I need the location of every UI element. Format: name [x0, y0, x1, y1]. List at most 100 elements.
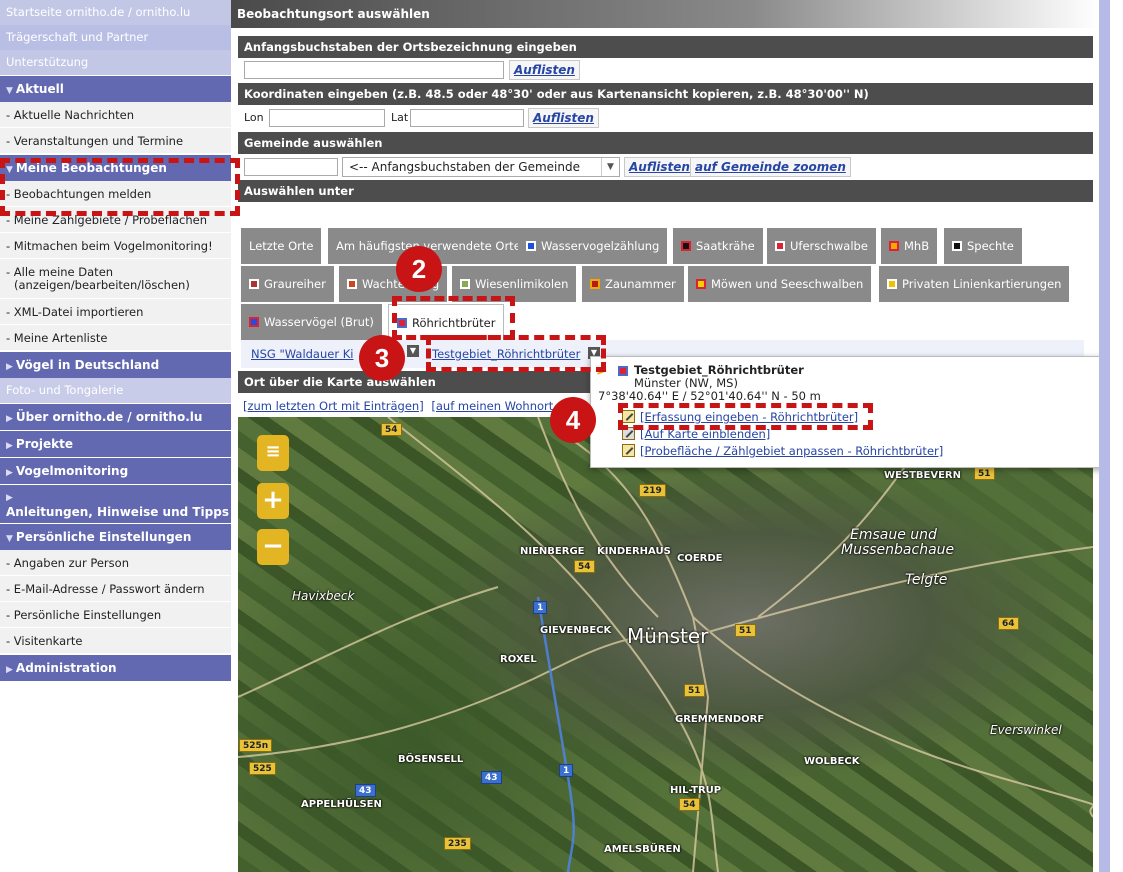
map-label: KINDERHAUS	[597, 546, 671, 557]
map-label: APPELHÜLSEN	[301, 799, 382, 810]
sidebar-section-voegel[interactable]: ▶ Vögel in Deutschland	[0, 352, 231, 378]
expanded-triangle-icon: ▼	[6, 534, 13, 544]
tab-zaunammer[interactable]: Zaunammer	[582, 266, 684, 302]
tab-label: Saatkrähe	[696, 239, 755, 253]
chevron-down-icon: ▼	[601, 158, 619, 176]
map-label: HIL-TRUP	[670, 785, 722, 796]
zoom-out-button[interactable]: −	[257, 529, 289, 565]
expanded-triangle-icon: ▼	[6, 86, 13, 96]
road-shield: 54	[574, 560, 595, 573]
section-header-gemeinde: Gemeinde auswählen	[238, 132, 1093, 154]
road-shield: 525	[249, 762, 276, 775]
sidebar-section-ueber[interactable]: ▶ Über ornitho.de / ornitho.lu	[0, 404, 231, 430]
section-header-ortsbezeichnung: Anfangsbuchstaben der Ortsbezeichnung ei…	[238, 36, 1093, 58]
road-shield: 51	[684, 684, 705, 697]
tab-wasservoegel-brut[interactable]: Wasservögel (Brut)	[241, 304, 382, 340]
sidebar-item-vogelmonitoring-mitmachen[interactable]: - Mitmachen beim Vogelmonitoring!	[0, 233, 231, 259]
map-label: Emsaue und	[850, 527, 937, 543]
auf-gemeinde-zoomen-button[interactable]: auf Gemeinde zoomen	[690, 157, 851, 177]
auflisten-button-gemeinde[interactable]: Auflisten	[624, 157, 695, 177]
tab-label: Spechte	[967, 239, 1014, 253]
tab-wasservogelzaehlung[interactable]: Wasservogelzählung	[518, 228, 668, 264]
tab-spechte[interactable]: Spechte	[944, 228, 1022, 264]
sidebar-section-label: Vögel in Deutschland	[15, 358, 160, 372]
road-shield: 1	[559, 764, 574, 777]
tab-graureiher[interactable]: Graureiher	[241, 266, 334, 302]
sidebar-link-foto[interactable]: Foto- und Tongalerie	[0, 378, 231, 403]
sidebar-item-email-passwort[interactable]: - E-Mail-Adresse / Passwort ändern	[0, 576, 231, 602]
scrollbar-track[interactable]	[1099, 0, 1110, 872]
sidebar-item-persoenliche-einstellungen[interactable]: - Persönliche Einstellungen	[0, 602, 231, 628]
map-label: AMELSBÜREN	[604, 844, 681, 855]
map-label: NIENBERGE	[520, 546, 585, 557]
road-shield: 54	[381, 423, 402, 436]
sidebar-section-persoenliche[interactable]: ▼ Persönliche Einstellungen	[0, 524, 231, 550]
sidebar-item-aktuelle-nachrichten[interactable]: - Aktuelle Nachrichten	[0, 102, 231, 128]
sidebar-section-administration[interactable]: ▶ Administration	[0, 655, 231, 681]
annotation-marker: 4	[550, 397, 596, 443]
sidebar-section-label: Persönliche Einstellungen	[15, 530, 192, 544]
sidebar-item-sublabel: (anzeigen/bearbeiten/löschen)	[14, 278, 190, 292]
sidebar-section-label: Aktuell	[15, 82, 64, 96]
lat-input[interactable]	[410, 109, 524, 127]
annotation-box-erfassung	[618, 403, 873, 430]
location-link-nsg[interactable]: NSG "Waldauer Ki	[251, 347, 353, 361]
tab-letzte-orte[interactable]: Letzte Orte	[241, 228, 322, 264]
dropdown-arrow-icon[interactable]: ▼	[407, 345, 419, 357]
wohnort-link[interactable]: [auf meinen Wohnort z	[431, 399, 563, 413]
sidebar-link-unterstuetzung[interactable]: Unterstützung	[0, 50, 231, 75]
auflisten-button-ort[interactable]: Auflisten	[509, 60, 580, 80]
sidebar-section-aktuell[interactable]: ▼ Aktuell	[0, 76, 231, 102]
road-shield: 525n	[239, 739, 273, 752]
tab-label: Wasservogelzählung	[541, 239, 660, 253]
gemeinde-input[interactable]	[244, 158, 338, 176]
collapsed-triangle-icon: ▶	[6, 665, 13, 675]
collapsed-triangle-icon: ▶	[6, 362, 13, 372]
auflisten-button-koordinaten[interactable]: Auflisten	[528, 108, 599, 128]
collapsed-triangle-icon: ▶	[6, 493, 13, 503]
tab-mhb[interactable]: MhB	[881, 228, 938, 264]
tab-saatkraehe[interactable]: Saatkrähe	[673, 228, 763, 264]
layers-icon[interactable]: ≡	[257, 435, 289, 471]
map-label: GREMMENDORF	[675, 714, 765, 725]
sidebar-item-veranstaltungen[interactable]: - Veranstaltungen und Termine	[0, 128, 231, 154]
tab-uferschwalbe[interactable]: Uferschwalbe	[767, 228, 876, 264]
satellite-map[interactable]: ≡ + − WESTBEVERN Emsaue und Mussenbachau…	[238, 417, 1093, 872]
sidebar-item-alle-daten[interactable]: - Alle meine Daten (anzeigen/bearbeiten/l…	[0, 259, 231, 299]
sidebar-link-startseite[interactable]: Startseite ornitho.de / ornitho.lu	[0, 0, 231, 25]
annotation-box-tab	[392, 296, 515, 340]
sidebar-item-artenliste[interactable]: - Meine Artenliste	[0, 325, 231, 351]
map-label: GIEVENBECK	[540, 625, 612, 636]
map-label: BÖSENSELL	[398, 754, 464, 765]
zoom-in-button[interactable]: +	[257, 483, 289, 519]
road-shield: 51	[974, 467, 995, 480]
blue-square-icon	[249, 317, 259, 327]
collapsed-triangle-icon: ▶	[6, 414, 13, 424]
map-label: Telgte	[905, 572, 948, 588]
yellow-square-icon	[887, 279, 897, 289]
road-shield: 219	[639, 484, 666, 497]
sidebar-link-traegerschaft[interactable]: Trägerschaft und Partner	[0, 25, 231, 50]
sidebar-section-anleitungen[interactable]: ▶ Anleitungen, Hinweise und Tipps	[0, 485, 231, 523]
annotation-marker: 2	[396, 246, 442, 292]
tab-label: Zaunammer	[605, 277, 676, 291]
green-square-icon	[460, 279, 470, 289]
probeflaeche-anpassen-link[interactable]: [Probefläche / Zählgebiet anpassen - Röh…	[640, 444, 943, 458]
letzter-ort-link[interactable]: [zum letzten Ort mit Einträgen]	[243, 399, 424, 413]
sidebar-item-visitenkarte[interactable]: - Visitenkarte	[0, 628, 231, 654]
sidebar-item-xml-import[interactable]: - XML-Datei importieren	[0, 299, 231, 325]
sidebar-section-label: Administration	[15, 661, 117, 675]
koordinaten-row: Lon Lat Auflisten	[238, 105, 1099, 132]
lon-input[interactable]	[269, 109, 385, 127]
sidebar-section-projekte[interactable]: ▶ Projekte	[0, 431, 231, 457]
red-square-icon	[618, 366, 628, 376]
tab-private-linienkartierungen[interactable]: Privaten Linienkartierungen	[879, 266, 1070, 302]
sidebar-item-angaben-person[interactable]: - Angaben zur Person	[0, 550, 231, 576]
road-shield: 51	[735, 624, 756, 637]
popup-title: Testgebiet_Röhrichtbrüter	[634, 363, 804, 377]
ortsbezeichnung-input[interactable]	[244, 61, 504, 79]
gemeinde-select[interactable]: <-- Anfangsbuchstaben der Gemeinde ▼	[342, 157, 620, 177]
tab-label: Wasservögel (Brut)	[264, 315, 374, 329]
tab-moewen[interactable]: Möwen und Seeschwalben	[688, 266, 872, 302]
sidebar-section-vogelmonitoring[interactable]: ▶ Vogelmonitoring	[0, 458, 231, 484]
